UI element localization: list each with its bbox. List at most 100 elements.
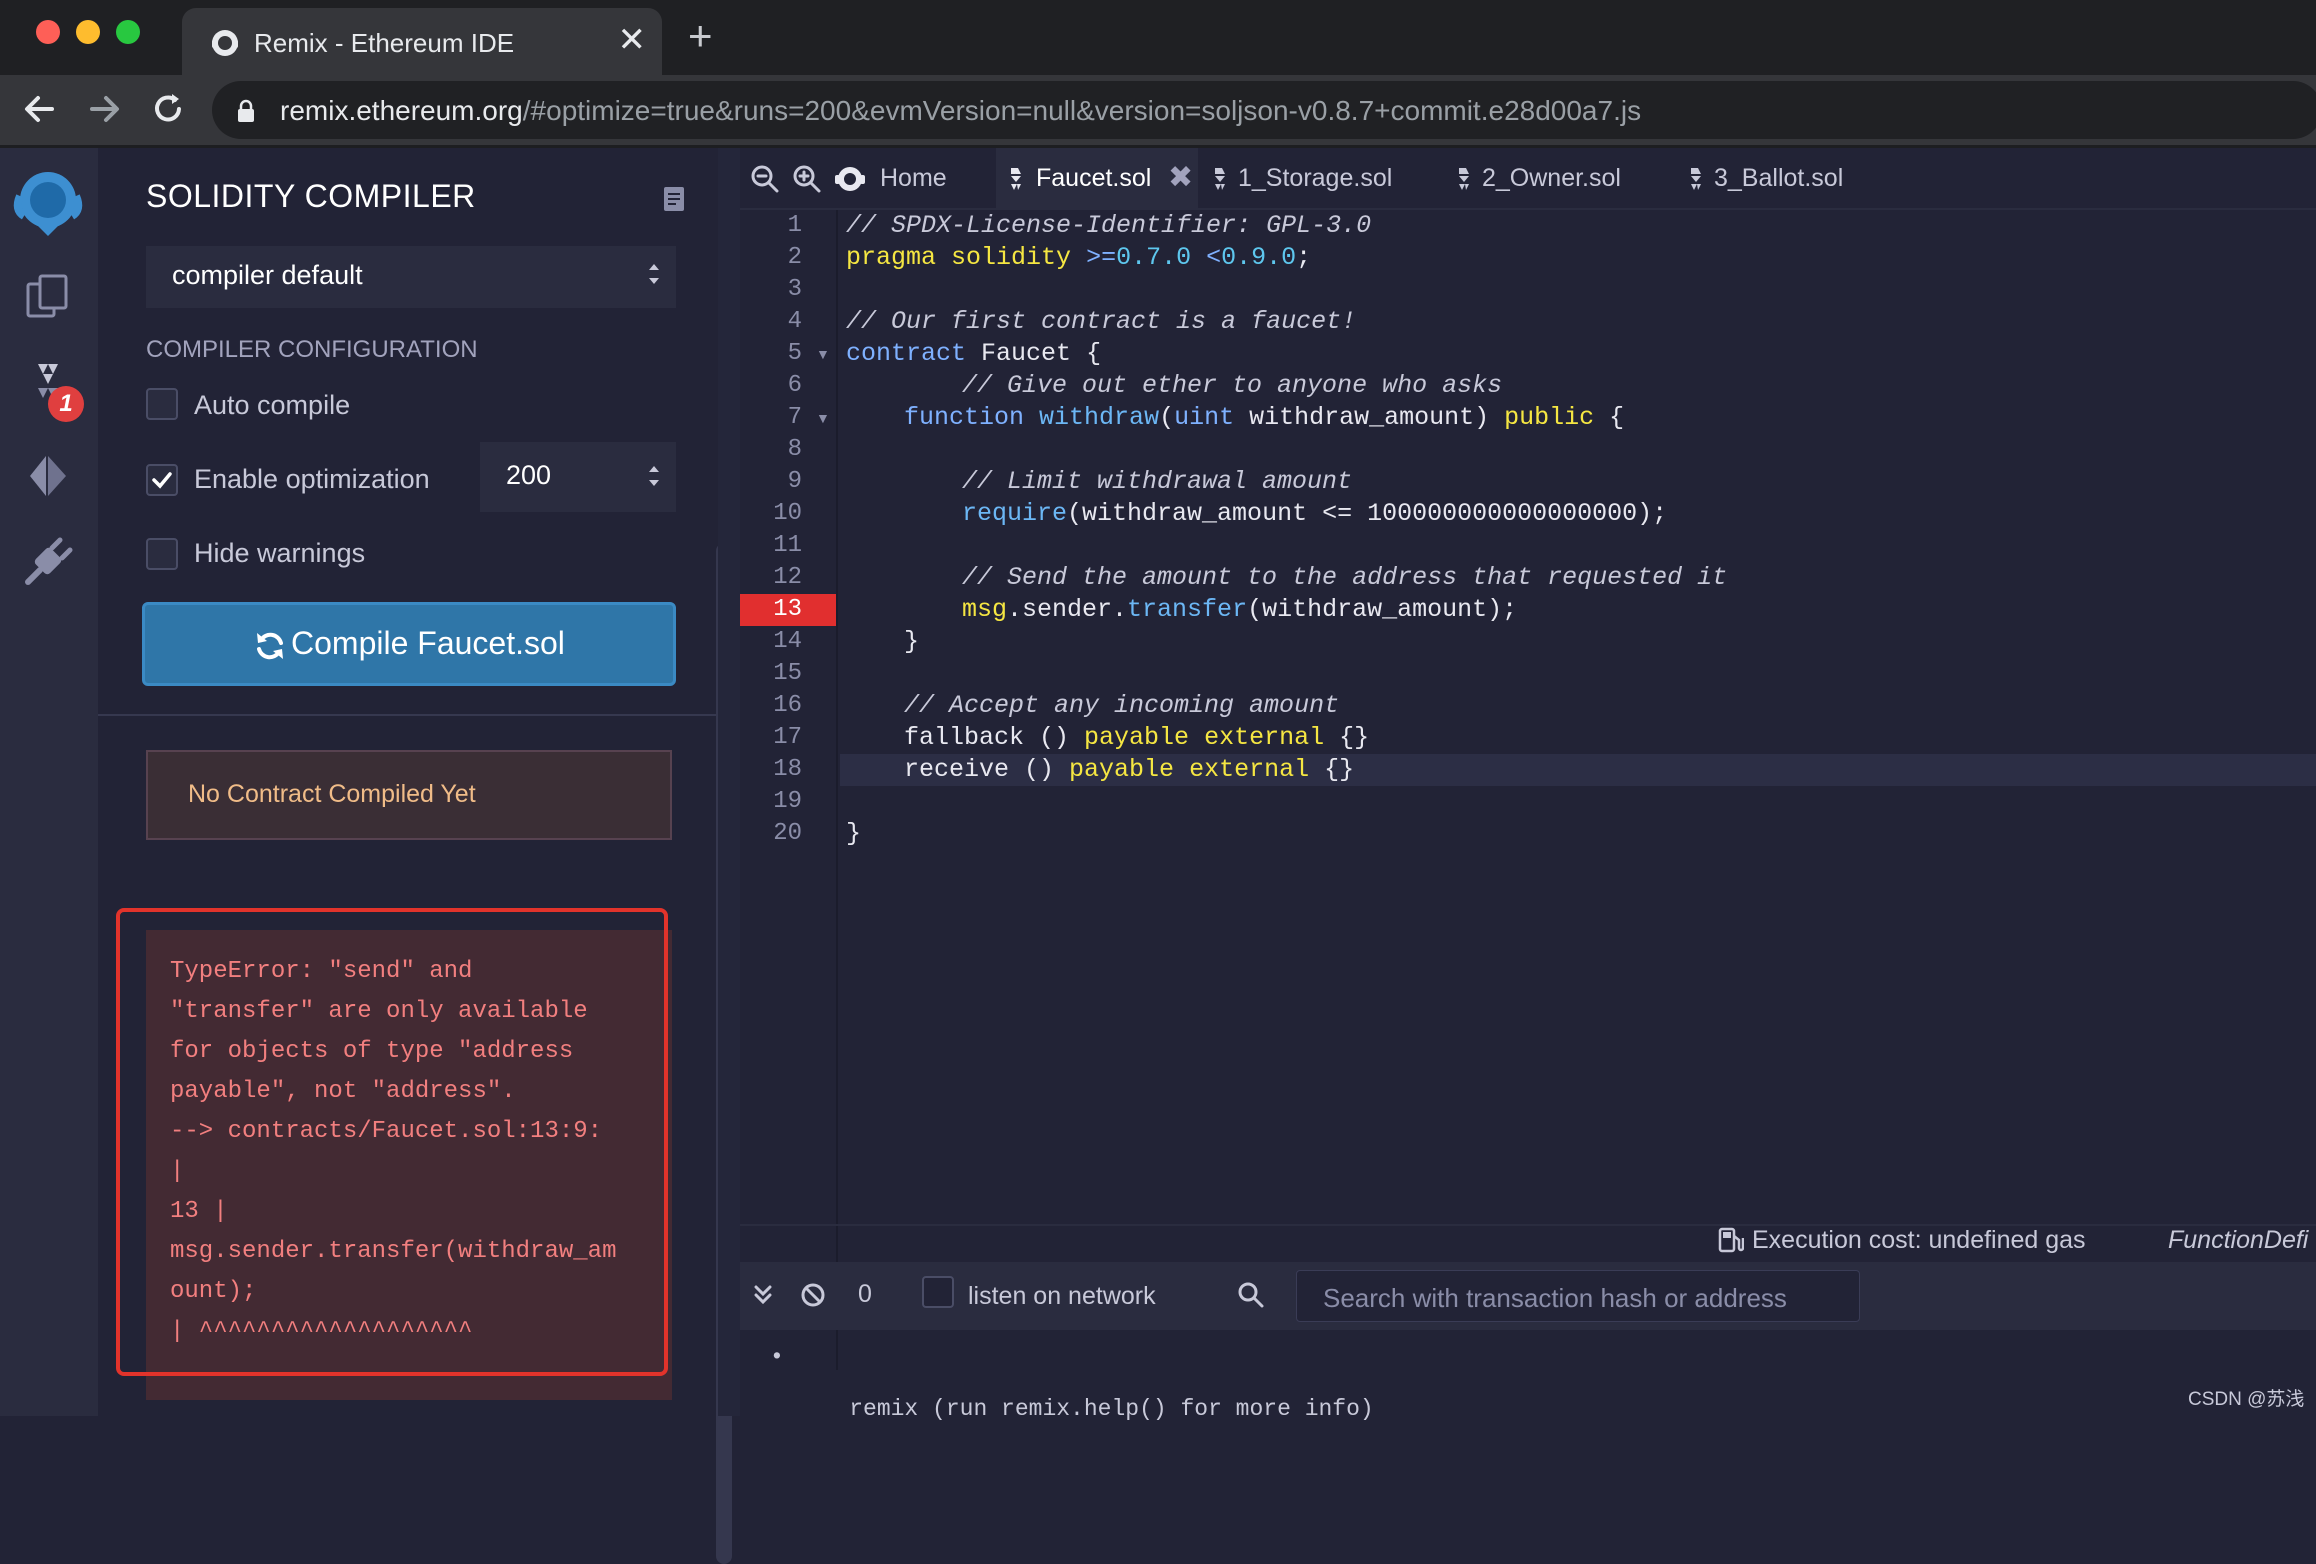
remix-favicon-icon xyxy=(212,30,238,56)
deploy-run-icon[interactable] xyxy=(20,448,76,504)
chevron-double-down-icon[interactable] xyxy=(748,1280,778,1310)
line-number: 4 xyxy=(787,308,802,335)
tab-1-storage-sol[interactable]: 1_Storage.sol xyxy=(1212,148,1412,210)
solidity-file-icon xyxy=(1011,168,1021,190)
code-line-14: } xyxy=(904,627,920,656)
code-line-6: // Give out ether to anyone who asks xyxy=(962,371,1503,400)
line-number: 15 xyxy=(773,660,802,687)
line-number: 10 xyxy=(773,500,802,527)
code-line-9: // Limit withdrawal amount xyxy=(962,467,1353,496)
line-number: 14 xyxy=(773,628,802,655)
remix-logo-icon[interactable] xyxy=(6,162,90,246)
remix-home-icon xyxy=(835,167,865,191)
solidity-file-icon xyxy=(1691,168,1701,190)
documentation-icon[interactable] xyxy=(662,186,686,212)
fold-arrow-icon[interactable]: ▼ xyxy=(816,402,830,434)
tab-owner-label: 2_Owner.sol xyxy=(1482,164,1621,192)
fold-arrow-icon[interactable]: ▼ xyxy=(816,338,830,370)
code-line-12: // Send the amount to the address that r… xyxy=(962,563,1728,592)
function-definition-text: FunctionDefi xyxy=(2168,1226,2309,1254)
code-line-4: // Our first contract is a faucet! xyxy=(846,307,1357,336)
window-maximize-button[interactable] xyxy=(116,20,140,44)
line-number: 12 xyxy=(773,564,802,591)
code-line-10: require(withdraw_amount <= 1000000000000… xyxy=(962,499,1668,528)
line-number: 3 xyxy=(787,276,802,303)
reload-icon[interactable] xyxy=(150,89,186,129)
listen-on-network-checkbox[interactable] xyxy=(922,1276,954,1308)
zoom-out-icon[interactable] xyxy=(750,164,780,194)
browser-toolbar: remix.ethereum.org/#optimize=true&runs=2… xyxy=(0,75,2316,145)
auto-compile-label: Auto compile xyxy=(194,390,351,420)
tab-faucet-label: Faucet.sol xyxy=(1036,164,1152,192)
gas-pump-icon xyxy=(1718,1227,1744,1253)
tab-faucet-sol[interactable]: Faucet.sol ✖ xyxy=(996,148,1198,210)
tab-3-ballot-sol[interactable]: 3_Ballot.sol xyxy=(1688,148,1888,210)
tab-home-label: Home xyxy=(880,164,947,192)
tab-2-owner-sol[interactable]: 2_Owner.sol xyxy=(1456,148,1656,210)
solidity-file-icon xyxy=(1215,168,1225,190)
error-line-number: 13 xyxy=(773,596,802,623)
editor-tabs: Home Faucet.sol ✖ 1_Storage.sol 2_Owner.… xyxy=(740,148,2316,210)
url-path: /#optimize=true&runs=200&evmVersion=null… xyxy=(522,95,1642,126)
select-arrows-icon xyxy=(649,264,659,284)
code-editor[interactable]: // SPDX-License-Identifier: GPL-3.0 prag… xyxy=(840,210,2316,1370)
close-tab-icon[interactable]: ✖ xyxy=(1168,160,1193,195)
window-minimize-button[interactable] xyxy=(76,20,100,44)
browser-tab-remix[interactable]: Remix - Ethereum IDE ✕ xyxy=(182,8,662,75)
code-line-7: function withdraw(uint withdraw_amount) … xyxy=(904,403,1625,432)
compiler-version-select[interactable]: compiler default xyxy=(146,246,676,308)
hide-warnings-label: Hide warnings xyxy=(194,538,366,568)
code-line-13: msg.sender.transfer(withdraw_amount); xyxy=(962,595,1518,624)
tab-home[interactable]: Home xyxy=(834,148,984,210)
tab-storage-label: 1_Storage.sol xyxy=(1238,164,1393,192)
sync-icon xyxy=(257,632,283,660)
terminal-toolbar: 0 listen on network Search with transact… xyxy=(740,1262,2316,1330)
line-number: 7 xyxy=(787,404,802,431)
hide-warnings-checkbox[interactable] xyxy=(146,538,178,570)
line-number: 17 xyxy=(773,724,802,751)
error-highlight-frame xyxy=(116,908,668,1376)
enable-optimization-checkbox[interactable] xyxy=(146,464,178,496)
clear-console-icon[interactable] xyxy=(798,1280,828,1310)
code-line-18: receive () payable external {} xyxy=(904,755,1355,784)
pending-tx-count: 0 xyxy=(858,1280,872,1308)
watermark: CSDN @苏浅 xyxy=(2188,1389,2305,1410)
zoom-in-icon[interactable] xyxy=(792,164,822,194)
line-number: 8 xyxy=(787,436,802,463)
panel-title: SOLIDITY COMPILER xyxy=(146,178,476,214)
back-arrow-icon[interactable] xyxy=(22,89,58,129)
terminal-bullet: • xyxy=(770,1344,784,1370)
listen-on-network-label: listen on network xyxy=(968,1282,1156,1310)
file-explorer-icon[interactable] xyxy=(20,270,76,326)
optimization-runs-input[interactable]: 200 xyxy=(480,442,676,512)
browser-tab-bar: Remix - Ethereum IDE ✕ + xyxy=(0,0,2316,75)
line-number-gutter: 13 ▼ ▼ 1 2 3 4 5 6 7 8 9 10 11 12 14 15 16 17 18 19 20 xyxy=(740,210,838,1370)
line-number: 1 xyxy=(787,212,802,239)
line-number: 18 xyxy=(773,756,802,783)
execution-cost-text: Execution cost: undefined gas xyxy=(1752,1226,2086,1254)
url-text: remix.ethereum.org/#optimize=true&runs=2… xyxy=(280,95,1641,127)
new-tab-button[interactable]: + xyxy=(688,14,713,58)
transaction-search-input[interactable]: Search with transaction hash or address xyxy=(1296,1270,1860,1322)
url-host: remix.ethereum.org xyxy=(280,95,523,126)
address-bar[interactable]: remix.ethereum.org/#optimize=true&runs=2… xyxy=(212,81,2316,139)
line-number: 5 xyxy=(787,340,802,367)
check-icon xyxy=(152,472,172,489)
execution-cost: Execution cost: undefined gas xyxy=(1718,1226,2086,1255)
panel-resizer[interactable] xyxy=(718,148,740,1416)
window-close-button[interactable] xyxy=(36,20,60,44)
auto-compile-checkbox[interactable] xyxy=(146,388,178,420)
no-contract-text: No Contract Compiled Yet xyxy=(188,780,476,808)
code-line-16: // Accept any incoming amount xyxy=(904,691,1340,720)
line-number: 9 xyxy=(787,468,802,495)
plugin-manager-icon[interactable] xyxy=(20,534,76,590)
compiler-version-value: compiler default xyxy=(172,260,363,290)
browser-tab-title: Remix - Ethereum IDE xyxy=(254,28,515,58)
code-line-1: // SPDX-License-Identifier: GPL-3.0 xyxy=(846,211,1372,240)
close-tab-icon[interactable]: ✕ xyxy=(618,22,647,58)
line-number: 19 xyxy=(773,788,802,815)
error-line-marker[interactable]: 13 xyxy=(740,594,838,626)
remix-icon-bar: 1 xyxy=(0,148,98,1416)
compile-button[interactable]: Compile Faucet.sol xyxy=(142,602,676,686)
forward-arrow-icon[interactable] xyxy=(86,89,122,129)
